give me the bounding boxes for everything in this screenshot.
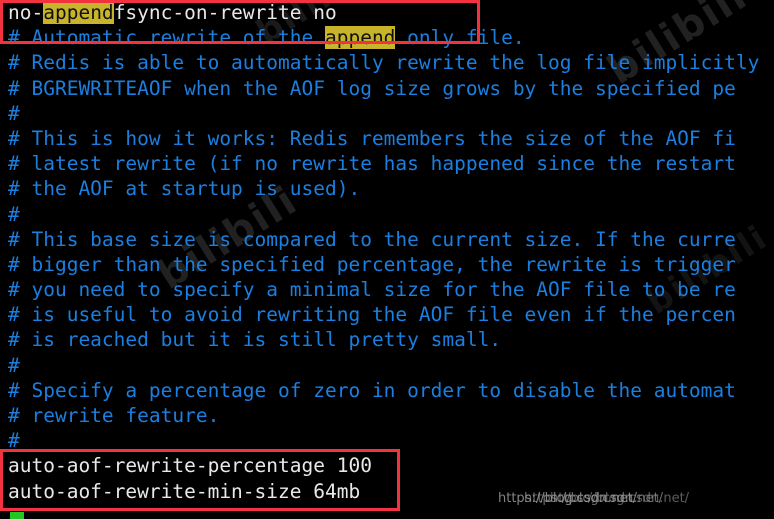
terminal-line: # is useful to avoid rewriting the AOF f… bbox=[0, 302, 774, 327]
terminal-line: # bbox=[0, 353, 774, 378]
terminal-line: # Redis is able to automatically rewrite… bbox=[0, 50, 774, 75]
terminal-text-area[interactable]: no-appendfsync-on-rewrite no # Automatic … bbox=[0, 0, 774, 504]
terminal-line: # rewrite feature. bbox=[0, 403, 774, 428]
terminal-line: # Specify a percentage of zero in order … bbox=[0, 378, 774, 403]
line-text: # BGREWRITEAOF when the AOF log size gro… bbox=[8, 76, 736, 100]
line-text: # bigger than the specified percentage, … bbox=[8, 252, 736, 276]
line-text: # bbox=[8, 353, 20, 377]
line-text: # Redis is able to automatically rewrite… bbox=[8, 51, 760, 75]
line-text: no- bbox=[8, 1, 44, 24]
line-text: # the AOF at startup is used). bbox=[8, 177, 361, 201]
line-text: # you need to specify a minimal size for… bbox=[8, 278, 736, 302]
terminal-line: # This is how it works: Redis remembers … bbox=[0, 126, 774, 151]
line-text: # is useful to avoid rewriting the AOF f… bbox=[8, 303, 736, 327]
terminal-line: # Automatic rewrite of the append only f… bbox=[0, 25, 774, 50]
line-text: # Specify a percentage of zero in order … bbox=[8, 378, 736, 402]
line-text: # bbox=[8, 429, 20, 453]
line-text: # This base size is compared to the curr… bbox=[8, 227, 736, 251]
line-text: auto-aof-rewrite-min-size 64mb bbox=[8, 479, 361, 503]
line-text: fsync-on-rewrite no bbox=[113, 1, 337, 24]
line-text: # is reached but it is still pretty smal… bbox=[8, 328, 502, 352]
terminal-line: # BGREWRITEAOF when the AOF log size gro… bbox=[0, 76, 774, 101]
search-highlight: append bbox=[43, 1, 114, 24]
terminal-line: # bbox=[0, 428, 774, 453]
line-text: auto-aof-rewrite-percentage 100 bbox=[8, 454, 372, 478]
terminal-line: # the AOF at startup is used). bbox=[0, 176, 774, 201]
terminal-window: bilibili bilibili bilibili bilibili no-a… bbox=[0, 0, 774, 519]
terminal-cursor bbox=[10, 512, 24, 519]
search-highlight: append bbox=[324, 26, 396, 50]
terminal-line: # is reached but it is still pretty smal… bbox=[0, 327, 774, 352]
line-text: # Automatic rewrite of the bbox=[8, 26, 325, 50]
terminal-line: # you need to specify a minimal size for… bbox=[0, 277, 774, 302]
terminal-line: # bbox=[0, 101, 774, 126]
terminal-line: no-appendfsync-on-rewrite no bbox=[0, 0, 774, 25]
line-text: # rewrite feature. bbox=[8, 404, 220, 427]
terminal-line: # latest rewrite (if no rewrite has happ… bbox=[0, 151, 774, 176]
line-text: only file. bbox=[395, 26, 525, 50]
terminal-line: auto-aof-rewrite-min-size 64mb bbox=[0, 479, 774, 504]
line-text: # bbox=[8, 202, 20, 226]
line-text: # latest rewrite (if no rewrite has happ… bbox=[8, 152, 736, 176]
terminal-line: auto-aof-rewrite-percentage 100 bbox=[0, 453, 774, 478]
line-text: # This is how it works: Redis remembers … bbox=[8, 126, 736, 150]
line-text: # bbox=[8, 101, 20, 125]
terminal-line: # bbox=[0, 202, 774, 227]
terminal-line: # This base size is compared to the curr… bbox=[0, 227, 774, 252]
terminal-line: # bigger than the specified percentage, … bbox=[0, 252, 774, 277]
